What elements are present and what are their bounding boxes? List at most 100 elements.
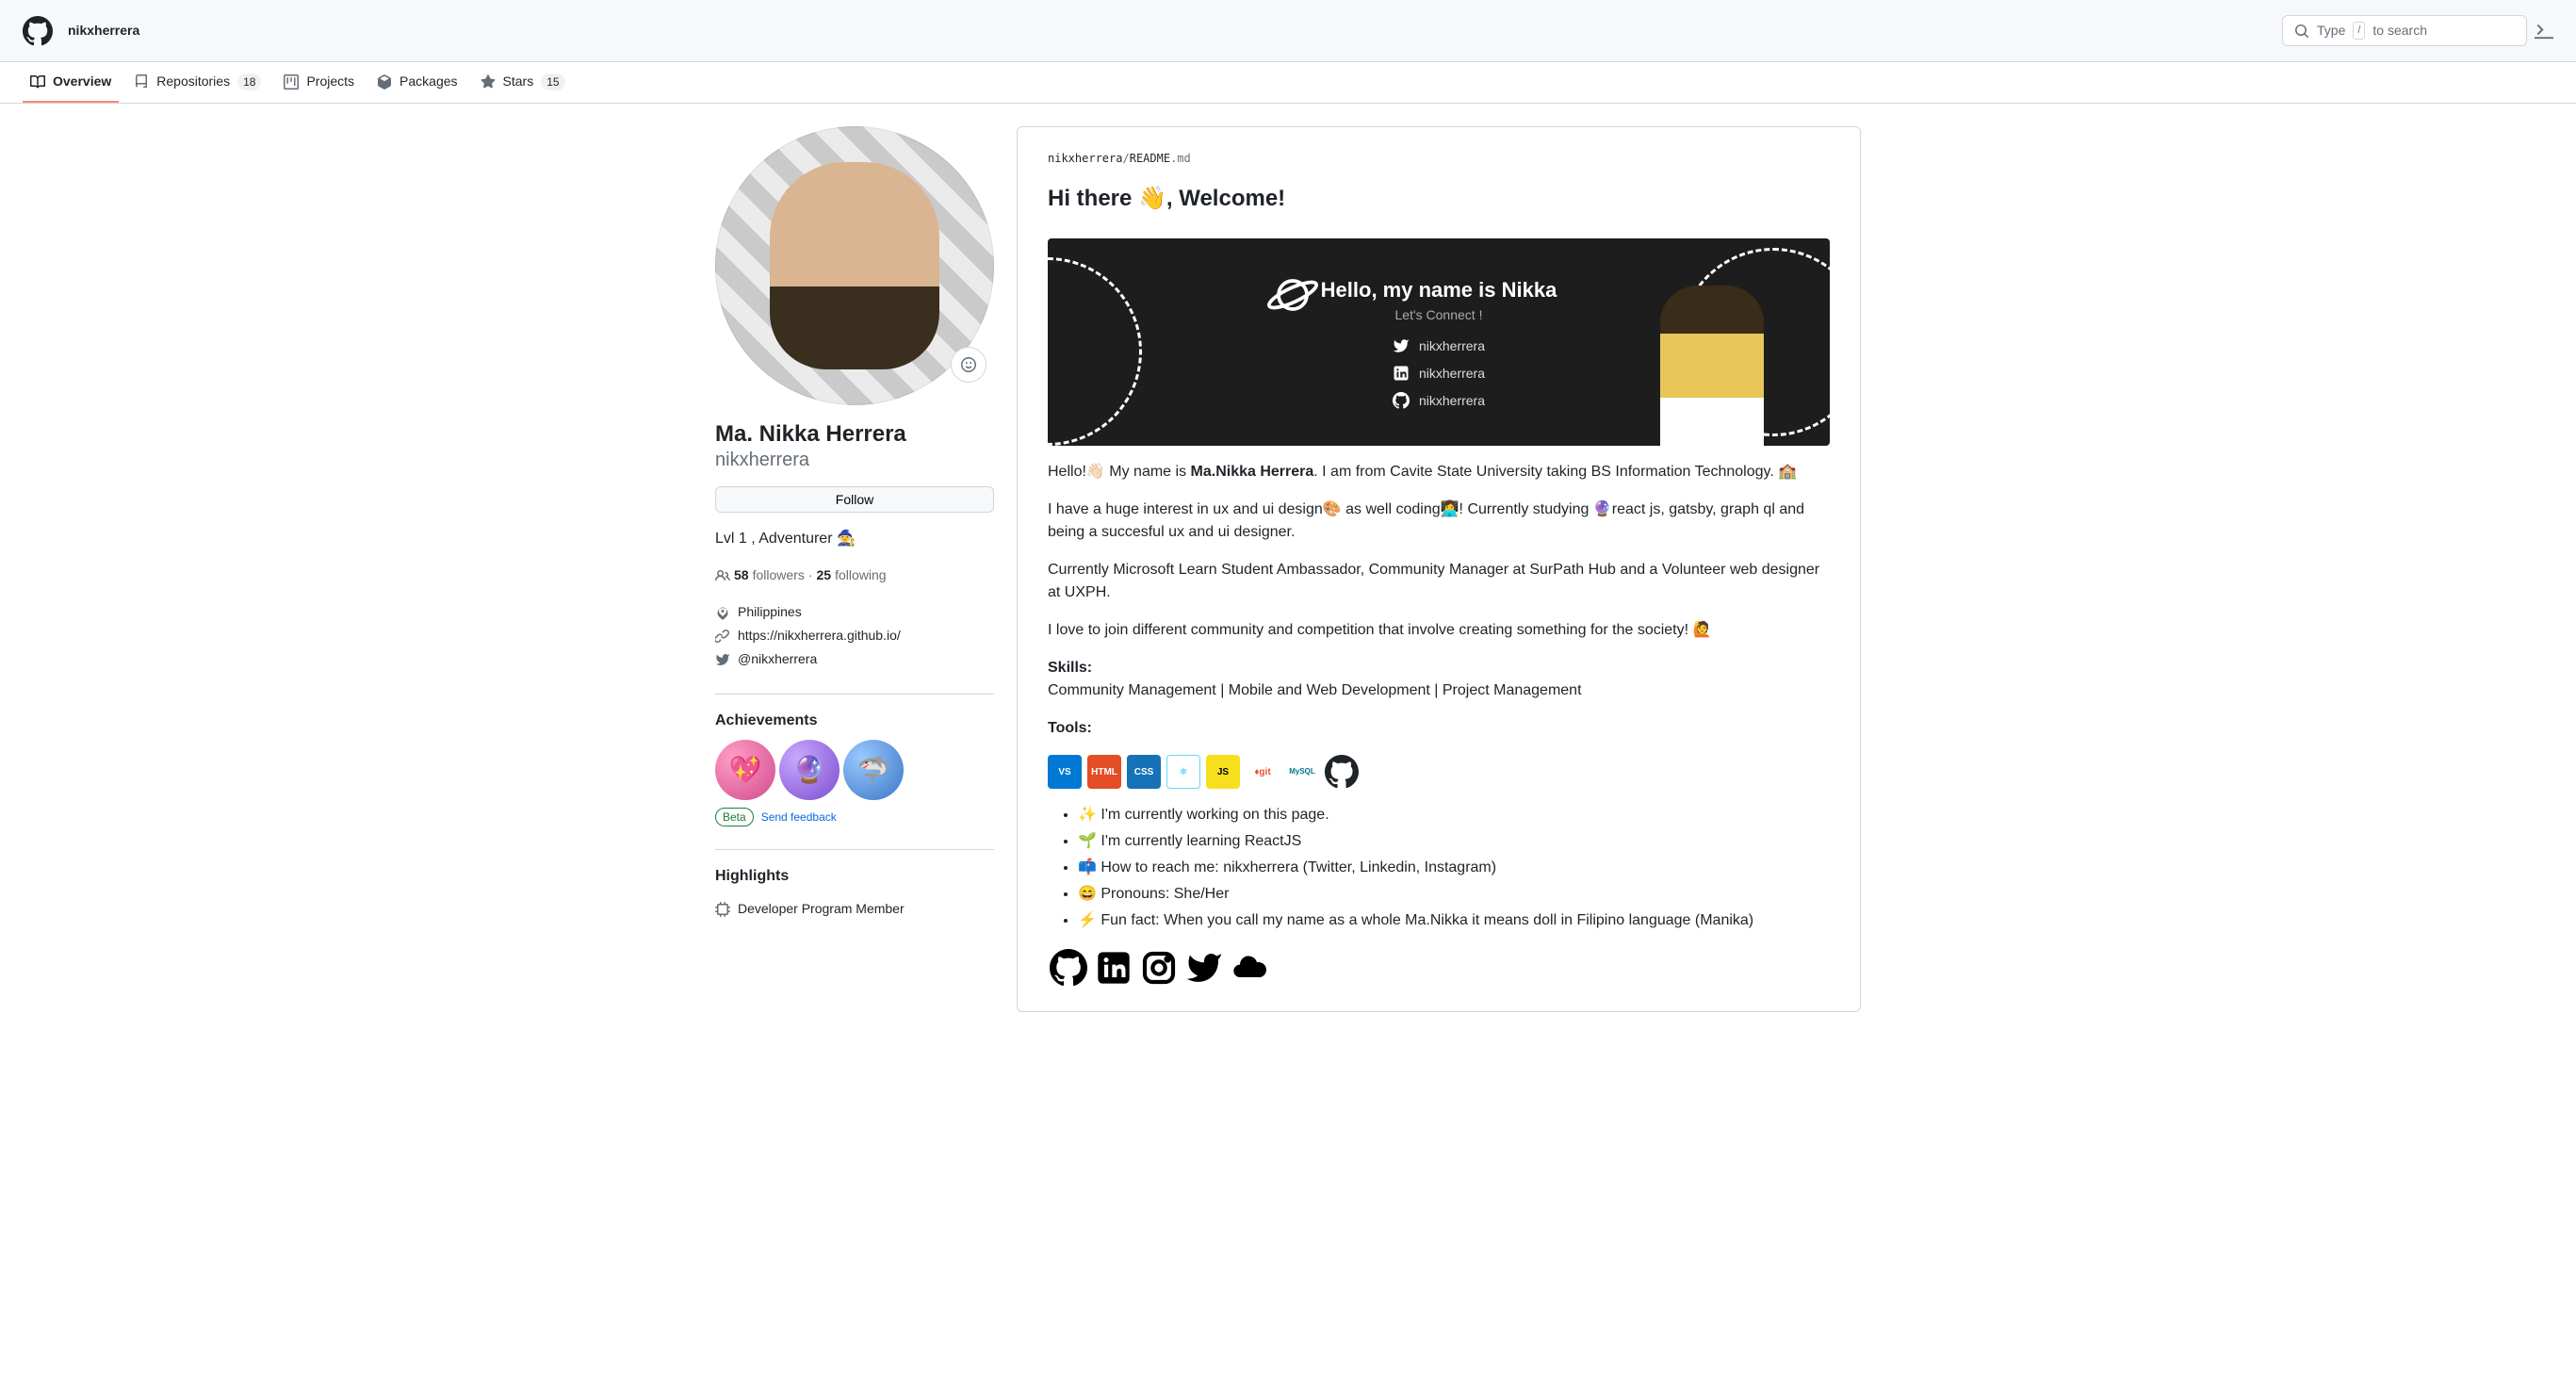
highlight-text: Developer Program Member	[738, 899, 905, 919]
banner-twitter[interactable]: nikxherrera	[1393, 336, 1485, 356]
tab-packages[interactable]: Packages	[369, 62, 465, 103]
highlights-list: Developer Program Member	[715, 895, 994, 923]
book-icon	[30, 74, 45, 90]
tool-css: CSS	[1127, 755, 1161, 789]
social-github[interactable]	[1048, 947, 1089, 989]
achievement-badge-2[interactable]: 🔮	[779, 740, 840, 800]
package-icon	[377, 74, 392, 90]
planet-icon	[1264, 267, 1321, 323]
social-icons-row	[1048, 947, 1830, 989]
twitter-icon	[715, 652, 730, 667]
search-input[interactable]: Type / to search	[2282, 15, 2527, 46]
profile-tabs: Overview Repositories 18 Projects Packag…	[0, 62, 2576, 104]
search-slash-key: /	[2353, 22, 2365, 40]
bullet-item: ⚡ Fun fact: When you call my name as a w…	[1078, 909, 1830, 932]
readme-p2: I have a huge interest in ux and ui desi…	[1048, 499, 1830, 544]
tab-repositories[interactable]: Repositories 18	[126, 62, 269, 103]
readme-p4: I love to join different community and c…	[1048, 619, 1830, 642]
project-icon	[284, 74, 299, 90]
banner-subtitle: Let's Connect !	[1321, 305, 1557, 325]
feedback-link[interactable]: Send feedback	[761, 809, 837, 826]
tool-mysql: MySQL	[1285, 755, 1319, 789]
achievement-badge-3[interactable]: 🦈	[843, 740, 904, 800]
readme-panel: nikxherrera/README.md Hi there 👋, Welcom…	[1017, 126, 1861, 1012]
achievements-feedback-row: Beta Send feedback	[715, 808, 994, 826]
banner-linkedin[interactable]: nikxherrera	[1393, 364, 1485, 384]
tool-js: JS	[1206, 755, 1240, 789]
tab-repositories-label: Repositories	[156, 72, 230, 91]
profile-login: nikxherrera	[715, 449, 994, 471]
banner-github[interactable]: nikxherrera	[1393, 391, 1485, 411]
tab-stars-count: 15	[541, 74, 564, 90]
bullet-item: 📫 How to reach me: nikxherrera (Twitter,…	[1078, 857, 1830, 879]
readme-path-ext: .md	[1170, 152, 1191, 165]
banner-decoration-left	[1048, 257, 1142, 446]
tool-react: ⚛	[1166, 755, 1200, 789]
tab-repositories-count: 18	[237, 74, 261, 90]
main-content: Ma. Nikka Herrera nikxherrera Follow Lvl…	[685, 104, 1891, 1035]
highlights-title: Highlights	[715, 849, 994, 888]
header-left: nikxherrera	[23, 16, 139, 46]
follow-button[interactable]: Follow	[715, 486, 994, 513]
status-badge[interactable]	[951, 347, 986, 383]
achievement-badge-1[interactable]: 💖	[715, 740, 775, 800]
location-text: Philippines	[738, 602, 802, 622]
tab-projects[interactable]: Projects	[276, 62, 362, 103]
readme-banner: Hello, my name is Nikka Let's Connect ! …	[1048, 238, 1830, 446]
smiley-icon	[961, 357, 976, 372]
social-instagram[interactable]	[1138, 947, 1180, 989]
star-icon	[481, 74, 496, 90]
readme-path-name: README	[1130, 152, 1170, 165]
profile-name: Ma. Nikka Herrera	[715, 420, 994, 449]
link-icon	[715, 629, 730, 644]
search-placeholder: Type	[2317, 21, 2345, 41]
avatar-container	[715, 126, 994, 405]
readme-skills: Skills:Community Management | Mobile and…	[1048, 657, 1830, 702]
banner-title: Hello, my name is Nikka	[1321, 274, 1557, 305]
profile-sidebar: Ma. Nikka Herrera nikxherrera Follow Lvl…	[715, 126, 994, 1012]
people-icon	[715, 568, 730, 583]
profile-details: Philippines https://nikxherrera.github.i…	[715, 600, 994, 671]
repo-icon	[134, 74, 149, 90]
tool-git: ♦git	[1246, 755, 1280, 789]
twitter-icon	[1393, 337, 1410, 354]
tab-overview-label: Overview	[53, 72, 111, 91]
header-username[interactable]: nikxherrera	[68, 21, 139, 41]
search-icon	[2294, 24, 2309, 39]
tab-projects-label: Projects	[306, 72, 354, 91]
tool-html: HTML	[1087, 755, 1121, 789]
tool-github	[1325, 755, 1359, 789]
tab-stars[interactable]: Stars 15	[473, 62, 573, 103]
command-palette-icon[interactable]	[2535, 22, 2553, 41]
cpu-icon	[715, 902, 730, 917]
followers-label: followers	[753, 565, 805, 585]
separator: ·	[808, 565, 813, 585]
social-linkedin[interactable]	[1093, 947, 1134, 989]
banner-person-graphic	[1660, 286, 1764, 446]
readme-tools-label: Tools:	[1048, 717, 1830, 740]
app-header: nikxherrera Type / to search	[0, 0, 2576, 62]
banner-social-links: nikxherrera nikxherrera nikxherrera	[1393, 336, 1485, 411]
profile-bio: Lvl 1 , Adventurer 🧙	[715, 528, 994, 550]
twitter-row[interactable]: @nikxherrera	[715, 647, 994, 671]
readme-path-user: nikxherrera	[1048, 152, 1122, 165]
social-cloud[interactable]	[1229, 947, 1270, 989]
achievements-title: Achievements	[715, 694, 994, 732]
readme-greeting: Hi there 👋, Welcome!	[1048, 182, 1830, 223]
followers-row[interactable]: 58 followers · 25 following	[715, 565, 994, 585]
tab-stars-label: Stars	[503, 72, 534, 91]
github-logo-icon[interactable]	[23, 16, 53, 46]
readme-path-sep: /	[1122, 152, 1129, 165]
achievements-list: 💖 🔮 🦈	[715, 740, 994, 800]
readme-p1: Hello!👋🏻 My name is Ma.Nikka Herrera. I …	[1048, 461, 1830, 483]
header-right: Type / to search	[2282, 15, 2553, 46]
followers-count: 58	[734, 565, 749, 585]
website-row[interactable]: https://nikxherrera.github.io/	[715, 624, 994, 647]
social-twitter[interactable]	[1183, 947, 1225, 989]
bullet-item: ✨ I'm currently working on this page.	[1078, 804, 1830, 826]
readme-path: nikxherrera/README.md	[1048, 150, 1830, 167]
tab-packages-label: Packages	[399, 72, 457, 91]
tools-row: VS HTML CSS ⚛ JS ♦git MySQL	[1048, 755, 1830, 789]
tab-overview[interactable]: Overview	[23, 62, 119, 103]
location-row: Philippines	[715, 600, 994, 624]
